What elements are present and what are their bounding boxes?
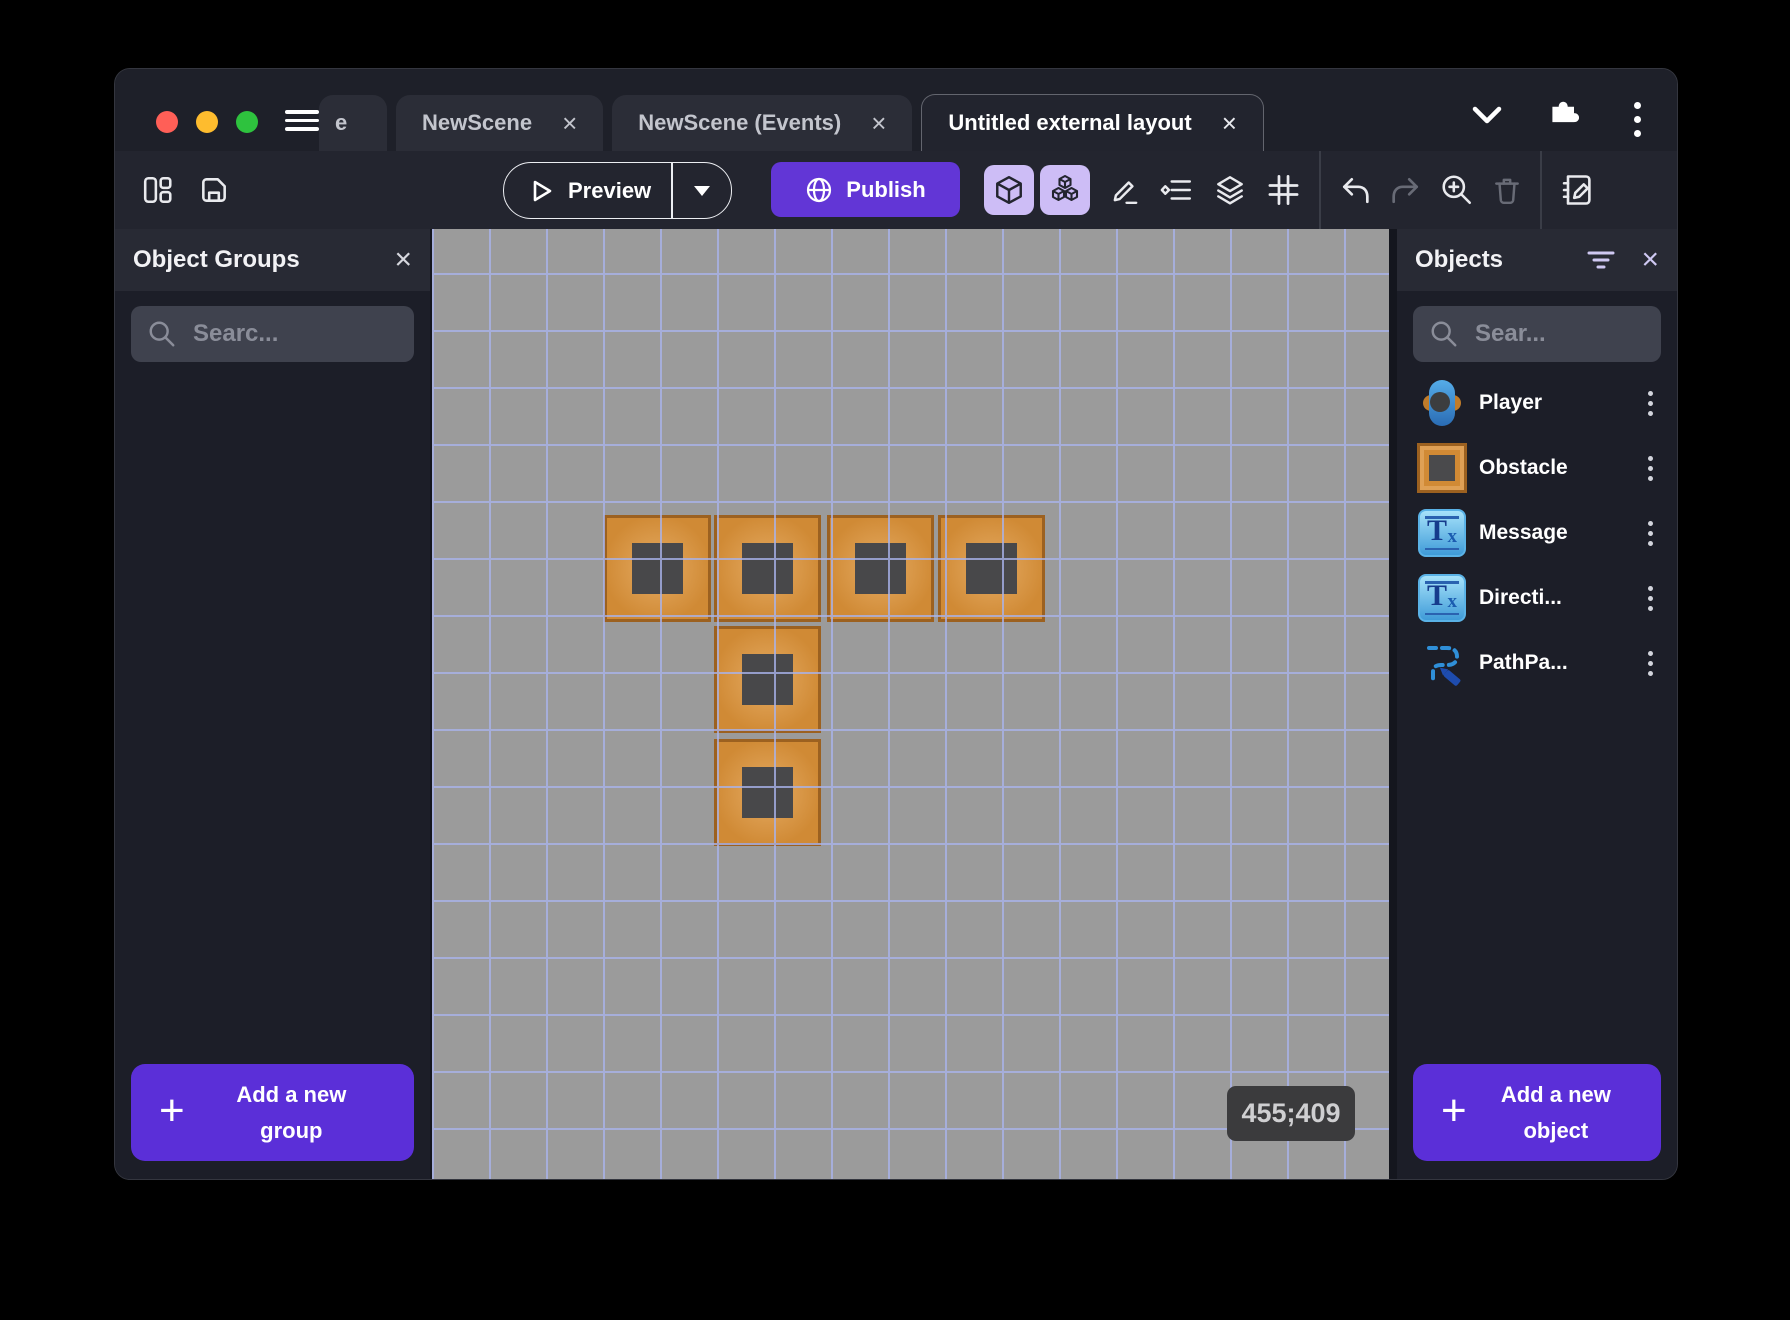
more-options-kebab-icon[interactable] bbox=[1634, 102, 1641, 137]
object-options-kebab-icon[interactable] bbox=[1642, 645, 1659, 682]
toolbar-separator bbox=[1540, 151, 1542, 229]
hamburger-menu-icon[interactable] bbox=[285, 110, 319, 131]
minimize-window-button[interactable] bbox=[196, 111, 218, 133]
objects-title: Objects bbox=[1415, 246, 1504, 273]
object-row-pathpainter[interactable]: PathPa... bbox=[1397, 634, 1677, 692]
search-icon bbox=[147, 319, 177, 349]
obstacle-instance[interactable] bbox=[714, 739, 821, 846]
object-row-player[interactable]: Player bbox=[1397, 374, 1677, 432]
edit-scene-properties-icon[interactable] bbox=[1559, 173, 1595, 207]
preview-button[interactable]: Preview bbox=[503, 162, 732, 219]
add-object-label: Add a new object bbox=[1500, 1082, 1611, 1143]
object-mode-cube-button[interactable] bbox=[984, 165, 1034, 215]
layers-icon[interactable] bbox=[1212, 173, 1248, 207]
tab-newscene-events[interactable]: NewScene (Events) × bbox=[612, 95, 913, 151]
grid-overlay bbox=[432, 229, 1389, 1179]
object-groups-panel: Object Groups × + Add a new group bbox=[115, 229, 430, 1179]
object-groups-search[interactable] bbox=[131, 306, 414, 362]
obstacle-instance[interactable] bbox=[827, 515, 934, 622]
tab-bar: e NewScene × NewScene (Events) × Untitle… bbox=[319, 94, 1264, 151]
preview-dropdown-caret-icon[interactable] bbox=[673, 185, 731, 197]
instances-mode-cubes-button[interactable] bbox=[1040, 165, 1090, 215]
obstacle-instance[interactable] bbox=[714, 515, 821, 622]
obstacle-instance[interactable] bbox=[714, 626, 821, 733]
objects-header: Objects × bbox=[1397, 229, 1677, 291]
close-panel-icon[interactable]: × bbox=[1641, 245, 1659, 275]
grid-icon[interactable] bbox=[1265, 173, 1302, 207]
panels-layout-icon[interactable] bbox=[141, 174, 175, 206]
add-group-button[interactable]: + Add a new group bbox=[131, 1064, 414, 1161]
publish-button[interactable]: Publish bbox=[771, 162, 960, 217]
plus-icon: + bbox=[159, 1085, 185, 1135]
app-window: e NewScene × NewScene (Events) × Untitle… bbox=[114, 68, 1678, 1180]
add-group-label: Add a new group bbox=[236, 1082, 347, 1143]
filter-icon[interactable] bbox=[1587, 249, 1615, 271]
play-icon bbox=[528, 178, 554, 204]
object-options-kebab-icon[interactable] bbox=[1642, 450, 1659, 487]
publish-label: Publish bbox=[846, 176, 926, 202]
tab-label: NewScene bbox=[422, 110, 533, 135]
trash-icon[interactable] bbox=[1491, 174, 1523, 206]
undo-icon[interactable] bbox=[1338, 175, 1372, 205]
player-icon bbox=[1417, 380, 1467, 426]
object-row-message[interactable]: Tx Message bbox=[1397, 504, 1677, 562]
object-options-kebab-icon[interactable] bbox=[1642, 515, 1659, 552]
main-area: Object Groups × + Add a new group 455;40… bbox=[115, 229, 1677, 1179]
text-object-icon: Tx bbox=[1417, 509, 1467, 557]
cursor-coordinates-badge: 455;409 bbox=[1227, 1086, 1355, 1141]
toolbar: Preview Publish bbox=[115, 151, 1677, 231]
maximize-window-button[interactable] bbox=[236, 111, 258, 133]
obstacle-instance[interactable] bbox=[938, 515, 1045, 622]
tab-newscene[interactable]: NewScene × bbox=[396, 95, 604, 151]
save-icon[interactable] bbox=[197, 174, 231, 206]
object-row-directions[interactable]: Tx Directi... bbox=[1397, 569, 1677, 627]
tab-label: Untitled external layout bbox=[948, 110, 1192, 135]
toolbar-separator bbox=[1319, 151, 1321, 229]
object-groups-list bbox=[115, 362, 430, 1064]
text-object-icon: Tx bbox=[1417, 574, 1467, 622]
zoom-in-icon[interactable] bbox=[1440, 173, 1474, 207]
object-groups-search-input[interactable] bbox=[191, 319, 398, 349]
object-options-kebab-icon[interactable] bbox=[1642, 580, 1659, 617]
objects-list: Player Obstacle Tx Message T x Directi..… bbox=[1397, 362, 1677, 1064]
close-panel-icon[interactable]: × bbox=[394, 245, 412, 275]
close-tab-icon[interactable]: × bbox=[1222, 110, 1237, 136]
objects-search[interactable] bbox=[1413, 306, 1661, 362]
obstacle-icon bbox=[1417, 443, 1467, 493]
scene-canvas[interactable]: 455;409 bbox=[430, 229, 1389, 1179]
obstacle-instance[interactable] bbox=[604, 515, 711, 622]
titlebar: e NewScene × NewScene (Events) × Untitle… bbox=[115, 69, 1677, 151]
tab-list-chevron-down-icon[interactable] bbox=[1469, 103, 1505, 127]
instances-list-icon[interactable] bbox=[1159, 174, 1195, 206]
close-tab-icon[interactable]: × bbox=[871, 110, 886, 136]
extensions-puzzle-icon[interactable] bbox=[1547, 96, 1579, 128]
tab-label: NewScene (Events) bbox=[638, 110, 842, 135]
redo-icon[interactable] bbox=[1389, 175, 1423, 205]
globe-icon bbox=[805, 176, 833, 204]
object-groups-title: Object Groups bbox=[133, 246, 300, 273]
tab-untitled-external-layout[interactable]: Untitled external layout × bbox=[921, 94, 1264, 151]
close-window-button[interactable] bbox=[156, 111, 178, 133]
path-painter-icon bbox=[1417, 640, 1467, 686]
search-icon bbox=[1429, 319, 1459, 349]
preview-label: Preview bbox=[568, 177, 652, 203]
panel-divider bbox=[1389, 229, 1397, 1179]
plus-icon: + bbox=[1441, 1085, 1467, 1135]
object-row-obstacle[interactable]: Obstacle bbox=[1397, 439, 1677, 497]
tab-clipped[interactable]: e bbox=[319, 95, 387, 151]
edit-pencil-icon[interactable] bbox=[1109, 174, 1142, 206]
object-options-kebab-icon[interactable] bbox=[1642, 385, 1659, 422]
window-controls bbox=[156, 111, 258, 133]
object-groups-header: Object Groups × bbox=[115, 229, 430, 291]
add-object-button[interactable]: + Add a new object bbox=[1413, 1064, 1661, 1161]
objects-panel: Objects × Playe bbox=[1397, 229, 1677, 1179]
tab-label: e bbox=[335, 110, 348, 135]
objects-search-input[interactable] bbox=[1473, 319, 1645, 349]
close-tab-icon[interactable]: × bbox=[562, 110, 577, 136]
